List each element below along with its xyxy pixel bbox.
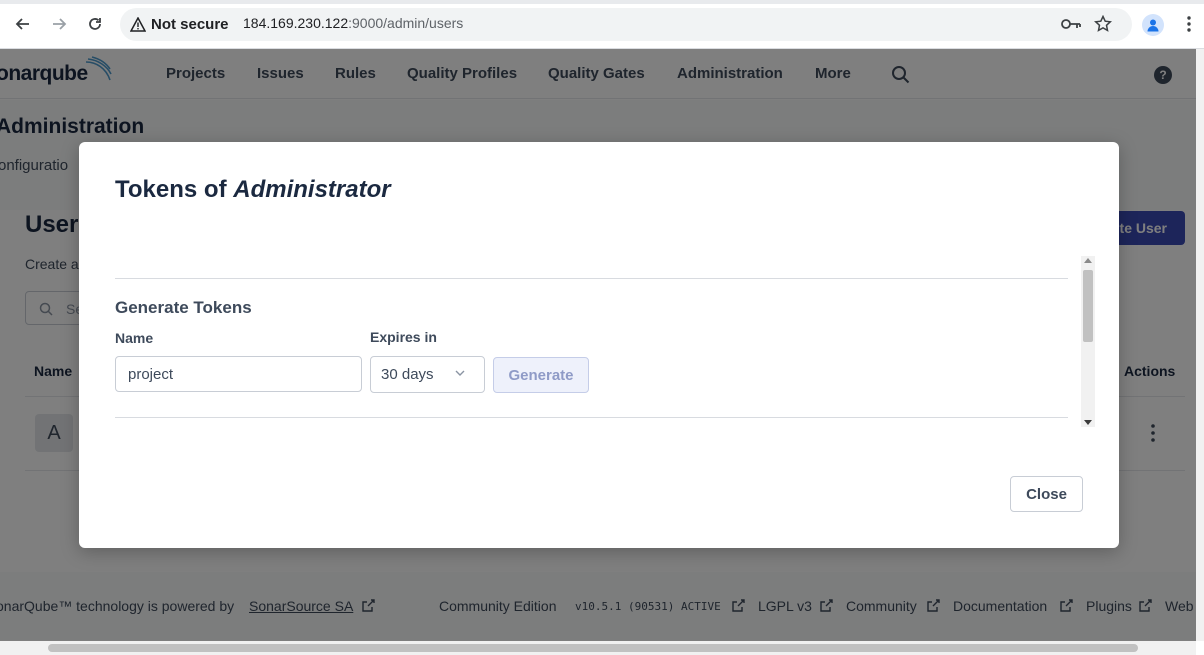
scroll-down-arrow-icon[interactable] xyxy=(1084,420,1092,425)
person-icon xyxy=(1147,19,1159,32)
modal-title: Tokens of Administrator xyxy=(115,176,391,204)
browser-menu-button[interactable] xyxy=(1178,13,1200,35)
modal-divider xyxy=(115,278,1068,279)
bookmark-button[interactable] xyxy=(1092,13,1114,35)
security-label: Not secure xyxy=(151,15,229,33)
scrollbar-thumb[interactable] xyxy=(48,644,1138,652)
vertical-dots-icon xyxy=(1187,16,1191,32)
expires-in-label: Expires in xyxy=(370,329,437,345)
scroll-up-arrow-icon[interactable] xyxy=(1084,258,1092,263)
token-name-input[interactable]: project xyxy=(115,356,362,392)
close-button[interactable]: Close xyxy=(1010,476,1083,512)
security-indicator[interactable]: Not secure xyxy=(130,13,229,35)
profile-button[interactable] xyxy=(1142,14,1164,36)
key-icon xyxy=(1061,19,1081,29)
expires-in-value: 30 days xyxy=(381,366,434,383)
modal-title-user: Administrator xyxy=(233,176,391,203)
generate-button[interactable]: Generate xyxy=(493,357,589,393)
arrow-right-icon xyxy=(53,18,67,30)
expires-in-select[interactable]: 30 days xyxy=(370,356,485,393)
star-icon xyxy=(1094,15,1112,32)
forward-button[interactable] xyxy=(47,12,71,36)
reload-button[interactable] xyxy=(83,12,107,36)
tokens-modal: Tokens of Administrator Generate Tokens … xyxy=(79,142,1119,548)
token-name-label: Name xyxy=(115,330,154,346)
modal-scrollbar[interactable] xyxy=(1081,256,1095,427)
url-path: :9000/admin/users xyxy=(348,15,464,31)
page-horizontal-scrollbar[interactable] xyxy=(0,641,1196,655)
back-button[interactable] xyxy=(11,12,35,36)
arrow-left-icon xyxy=(15,18,29,30)
reload-icon xyxy=(89,18,101,30)
warning-icon xyxy=(130,16,146,32)
url-text[interactable]: 184.169.230.122:9000/admin/users xyxy=(243,15,463,31)
password-key-button[interactable] xyxy=(1060,13,1082,35)
generate-tokens-heading: Generate Tokens xyxy=(115,298,252,317)
url-host: 184.169.230.122 xyxy=(243,15,349,31)
page-vertical-scrollbar[interactable] xyxy=(1196,49,1204,641)
scrollbar-thumb[interactable] xyxy=(1083,270,1093,342)
tab-strip xyxy=(0,0,1204,4)
chevron-down-icon xyxy=(455,370,465,376)
modal-divider xyxy=(115,417,1068,418)
modal-title-prefix: Tokens of xyxy=(115,176,234,203)
